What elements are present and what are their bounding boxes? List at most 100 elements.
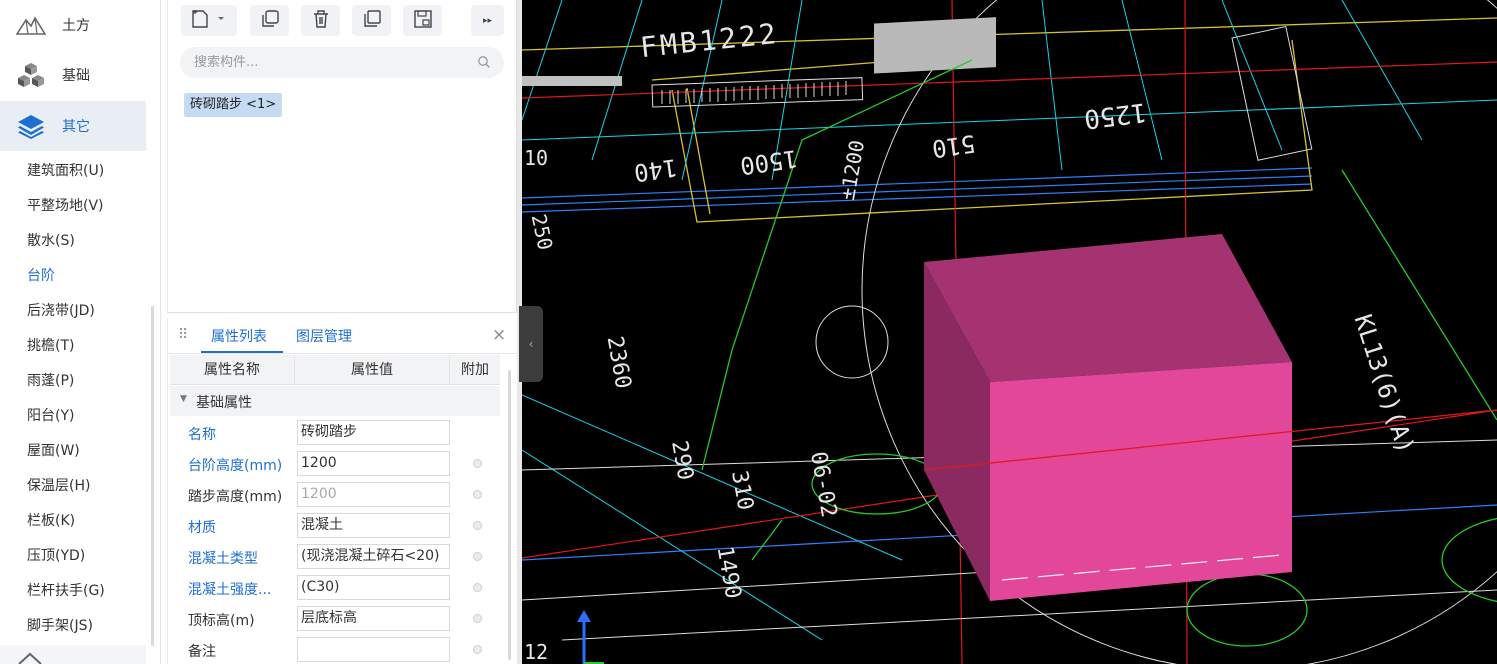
property-name: 混凝土强度... <box>188 582 272 598</box>
property-value-input[interactable]: 砖砌踏步 <box>297 420 450 445</box>
property-row: 混凝土类型 (现浇混凝土碎石<20) <box>170 541 500 572</box>
sub-item-apron[interactable]: 散水(S) <box>27 229 75 253</box>
property-tabs: ⠿ 属性列表 图层管理 × <box>168 318 518 354</box>
property-value-input[interactable]: 混凝土 <box>297 513 450 538</box>
tab-attributes[interactable]: 属性列表 <box>211 326 267 346</box>
earthwork-icon <box>14 11 48 39</box>
category-next[interactable] <box>0 645 146 664</box>
step-front-face <box>990 362 1292 601</box>
extra-checkbox[interactable] <box>473 459 482 468</box>
cad-drawing <box>522 0 1497 664</box>
category-label: 土方 <box>62 18 90 34</box>
component-item-brick-step[interactable]: 砖砌踏步 <1> <box>184 93 283 117</box>
property-scrollbar[interactable] <box>508 370 511 660</box>
sidebar-scrollbar[interactable] <box>151 306 154 646</box>
property-panel: ⠿ 属性列表 图层管理 × 属性名称 属性值 附加 ▼ 基础属性 名称 砖砌踏步… <box>167 318 518 664</box>
category-label: 基础 <box>62 68 90 84</box>
sub-item-building-area[interactable]: 建筑面积(U) <box>27 159 104 183</box>
search-icon[interactable] <box>477 55 491 73</box>
drag-handle-icon[interactable]: ⠿ <box>178 327 188 343</box>
sub-item-coping[interactable]: 压顶(YD) <box>27 544 85 568</box>
category-earthwork[interactable]: 土方 <box>0 0 146 50</box>
property-row: 踏步高度(mm) 1200 <box>170 479 500 510</box>
cad-label-dim-510: 510 <box>930 129 978 163</box>
extra-checkbox[interactable] <box>473 490 482 499</box>
extra-checkbox[interactable] <box>473 521 482 530</box>
chevron-left-icon: ‹ <box>528 337 534 351</box>
property-value-input[interactable] <box>297 637 450 662</box>
property-value-input[interactable]: 1200 <box>297 482 450 507</box>
component-list-panel: ▸▸ 砖砌踏步 <1> <box>167 0 517 313</box>
copy-icon <box>260 9 280 33</box>
property-name: 备注 <box>188 644 216 660</box>
column-value-header: 属性值 <box>295 355 450 385</box>
new-component-icon <box>190 9 228 33</box>
copy-button[interactable] <box>250 5 289 36</box>
sub-item-insulation[interactable]: 保温层(H) <box>27 474 90 498</box>
cad-viewport[interactable]: FMB1222 1250 510 1500 140 ±1200 10 250 2… <box>522 0 1497 664</box>
tab-layers[interactable]: 图层管理 <box>296 326 352 346</box>
foundation-icon <box>14 61 48 89</box>
property-row: 顶标高(m) 层底标高 <box>170 603 500 634</box>
step-top-face <box>924 234 1292 382</box>
sub-item-steps[interactable]: 台阶 <box>27 264 55 288</box>
collapse-panel-button[interactable]: ‹ <box>519 306 543 382</box>
property-value-input[interactable]: (C30) <box>297 575 450 600</box>
category-next-icon <box>18 651 42 664</box>
category-foundation[interactable]: 基础 <box>0 50 146 100</box>
sub-item-site-leveling[interactable]: 平整场地(V) <box>27 194 104 218</box>
property-row: 混凝土强度... (C30) <box>170 572 500 603</box>
sub-item-railing[interactable]: 栏杆扶手(G) <box>27 579 105 603</box>
extra-checkbox[interactable] <box>473 614 482 623</box>
sub-item-eaves[interactable]: 挑檐(T) <box>27 334 74 358</box>
property-name: 名称 <box>188 427 216 443</box>
property-name: 材质 <box>188 520 216 536</box>
property-value-input[interactable]: 层底标高 <box>297 606 450 631</box>
property-group-basic[interactable]: ▼ 基础属性 <box>170 386 500 416</box>
column-name-header: 属性名称 <box>170 355 295 385</box>
search-box[interactable] <box>180 47 504 78</box>
delete-button[interactable] <box>301 5 340 36</box>
sub-item-parapet-panel[interactable]: 栏板(K) <box>27 509 75 533</box>
category-label: 其它 <box>62 119 90 135</box>
property-name: 混凝土类型 <box>188 551 258 567</box>
close-icon[interactable]: × <box>492 325 506 345</box>
category-other[interactable]: 其它 <box>0 101 146 151</box>
extra-checkbox[interactable] <box>473 552 482 561</box>
new-component-button[interactable] <box>181 5 237 36</box>
property-name: 台阶高度(mm) <box>188 458 283 474</box>
cad-label-row-10: 10 <box>524 146 549 170</box>
grey-bar <box>522 76 622 86</box>
property-row: 备注 <box>170 634 500 664</box>
save-template-button[interactable] <box>403 5 442 36</box>
property-table-header: 属性名称 属性值 附加 <box>170 355 500 385</box>
search-input[interactable] <box>194 55 464 70</box>
property-row: 材质 混凝土 <box>170 510 500 541</box>
property-value-input[interactable]: 1200 <box>297 451 450 476</box>
extra-checkbox[interactable] <box>473 583 482 592</box>
sub-item-scaffold[interactable]: 脚手架(JS) <box>27 614 93 638</box>
property-value-input[interactable]: (现浇混凝土碎石<20) <box>297 544 450 569</box>
property-row: 台阶高度(mm) 1200 <box>170 448 500 479</box>
active-tab-indicator <box>201 351 283 353</box>
layer-copy-icon <box>362 9 382 33</box>
app-window: 土方 基础 其它 建筑面积(U) 平整场地(V) 散水(S) 台阶 后浇带(JD… <box>0 0 1497 664</box>
delete-icon <box>311 9 331 33</box>
property-row: 名称 砖砌踏步 <box>170 417 500 448</box>
save-template-icon <box>413 9 433 33</box>
property-name: 顶标高(m) <box>188 613 255 629</box>
category-sidebar: 土方 基础 其它 建筑面积(U) 平整场地(V) 散水(S) 台阶 后浇带(JD… <box>0 0 161 664</box>
grey-block <box>874 17 996 74</box>
group-label: 基础属性 <box>196 395 252 411</box>
sub-item-post-pour-strip[interactable]: 后浇带(JD) <box>27 299 95 323</box>
sub-item-balcony[interactable]: 阳台(Y) <box>27 404 74 428</box>
layers-icon <box>14 112 48 140</box>
more-button[interactable]: ▸▸ <box>471 5 504 36</box>
sub-item-roof[interactable]: 屋面(W) <box>27 439 80 463</box>
sub-item-canopy[interactable]: 雨蓬(P) <box>27 369 74 393</box>
column-extra-header: 附加 <box>461 362 489 378</box>
collapse-triangle-icon[interactable]: ▼ <box>180 394 187 404</box>
layer-copy-button[interactable] <box>352 5 391 36</box>
cad-label-dim-140: 140 <box>632 153 680 187</box>
extra-checkbox[interactable] <box>473 645 482 654</box>
